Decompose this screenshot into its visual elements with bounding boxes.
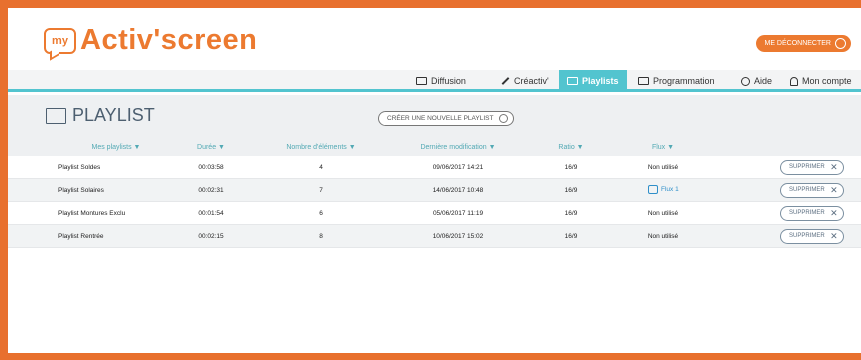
flux-link-label: Flux 1	[661, 186, 679, 194]
nav-item-diffusion[interactable]: Diffusion	[416, 70, 466, 92]
cell-modification: 10/06/2017 15:02	[432, 233, 484, 240]
delete-button[interactable]: SUPPRIMER ✕	[780, 206, 844, 221]
delete-label: SUPPRIMER	[789, 164, 825, 170]
playlist-icon	[567, 77, 578, 85]
close-icon: ✕	[830, 185, 838, 195]
info-icon	[741, 76, 750, 86]
cell-nb-elements: 8	[319, 233, 323, 240]
cell-nb-elements: 4	[319, 164, 323, 171]
column-header-name[interactable]: Mes playlists ▼	[76, 144, 156, 151]
cell-flux: Non utilisé	[647, 210, 679, 217]
page-title-text: PLAYLIST	[72, 105, 155, 125]
close-icon: ✕	[830, 162, 838, 172]
column-header-nb-elements[interactable]: Nombre d'éléments ▼	[266, 144, 376, 151]
cell-flux: Non utilisé	[647, 164, 679, 171]
cell-ratio: 16/9	[564, 164, 578, 171]
column-header-duree[interactable]: Durée ▼	[186, 144, 236, 151]
edit-icon	[499, 114, 509, 123]
screen-icon	[648, 185, 658, 194]
nav-item-mon-compte[interactable]: Mon compte	[790, 70, 852, 92]
logo-badge-icon: my	[44, 27, 76, 54]
table-row[interactable]: Playlist Solaires 00:02:31 7 14/06/2017 …	[8, 179, 861, 202]
nav-item-label: Créactiv'	[514, 76, 549, 86]
cell-ratio: 16/9	[564, 187, 578, 194]
calendar-icon	[638, 77, 649, 85]
cell-name: Playlist Rentrée	[58, 233, 104, 240]
page-titlebar: PLAYLIST CRÉER UNE NOUVELLE PLAYLIST	[8, 95, 861, 140]
column-header-flux[interactable]: Flux ▼	[638, 144, 688, 151]
main-nav: Diffusion Créactiv' Playlists Programmat…	[8, 70, 861, 92]
cell-duree: 00:03:58	[198, 164, 224, 171]
logout-icon	[835, 38, 846, 49]
logo[interactable]: my Activ'screen	[44, 24, 257, 57]
close-icon: ✕	[830, 208, 838, 218]
close-icon: ✕	[830, 231, 838, 241]
cell-nb-elements: 7	[319, 187, 323, 194]
nav-item-label: Aide	[754, 76, 773, 86]
column-header-ratio[interactable]: Ratio ▼	[546, 144, 596, 151]
delete-label: SUPPRIMER	[789, 233, 825, 239]
cell-ratio: 16/9	[564, 210, 578, 217]
cell-name: Playlist Soldes	[58, 164, 101, 171]
nav-item-label: Playlists	[582, 76, 619, 86]
column-header-modification[interactable]: Dernière modification ▼	[398, 144, 518, 151]
cell-duree: 00:01:54	[198, 210, 224, 217]
flux-link[interactable]: Flux 1	[648, 185, 679, 194]
table-row[interactable]: Playlist Montures Exclu 00:01:54 6 05/06…	[8, 202, 861, 225]
cell-duree: 00:02:15	[198, 233, 224, 240]
create-playlist-label: CRÉER UNE NOUVELLE PLAYLIST	[387, 115, 494, 122]
cell-name: Playlist Solaires	[58, 187, 104, 194]
cell-modification: 09/06/2017 14:21	[432, 164, 484, 171]
logout-button[interactable]: ME DÉCONNECTER	[756, 35, 851, 52]
nav-item-label: Diffusion	[431, 76, 466, 86]
delete-button[interactable]: SUPPRIMER ✕	[780, 160, 844, 175]
table-row[interactable]: Playlist Rentrée 00:02:15 8 10/06/2017 1…	[8, 225, 861, 248]
logout-label: ME DÉCONNECTER	[764, 40, 831, 47]
delete-button[interactable]: SUPPRIMER ✕	[780, 229, 844, 244]
pen-icon	[501, 77, 510, 85]
nav-item-playlists[interactable]: Playlists	[559, 70, 627, 92]
logo-text: Activ'screen	[80, 24, 258, 56]
cell-ratio: 16/9	[564, 233, 578, 240]
header: my Activ'screen ME DÉCONNECTER	[8, 8, 861, 70]
user-icon	[790, 76, 798, 86]
cell-name: Playlist Montures Exclu	[58, 210, 126, 217]
delete-label: SUPPRIMER	[789, 210, 825, 216]
nav-item-creactiv[interactable]: Créactiv'	[501, 70, 549, 92]
nav-item-programmation[interactable]: Programmation	[638, 70, 715, 92]
cell-nb-elements: 6	[319, 210, 323, 217]
cell-flux: Non utilisé	[647, 233, 679, 240]
table-header: Mes playlists ▼ Durée ▼ Nombre d'élément…	[8, 140, 861, 156]
app-window: my Activ'screen ME DÉCONNECTER Diffusion…	[8, 8, 861, 353]
nav-item-aide[interactable]: Aide	[741, 70, 772, 92]
table-row[interactable]: Playlist Soldes 00:03:58 4 09/06/2017 14…	[8, 156, 861, 179]
delete-label: SUPPRIMER	[789, 187, 825, 193]
cell-modification: 05/06/2017 11:19	[432, 210, 484, 217]
cell-duree: 00:02:31	[198, 187, 224, 194]
create-playlist-button[interactable]: CRÉER UNE NOUVELLE PLAYLIST	[378, 111, 515, 126]
cell-modification: 14/06/2017 10:48	[432, 187, 484, 194]
delete-button[interactable]: SUPPRIMER ✕	[780, 183, 844, 198]
playlist-icon	[46, 107, 66, 124]
screen-icon	[416, 77, 427, 85]
page-title: PLAYLIST	[46, 105, 155, 126]
nav-item-label: Mon compte	[802, 76, 852, 86]
nav-item-label: Programmation	[653, 76, 715, 86]
